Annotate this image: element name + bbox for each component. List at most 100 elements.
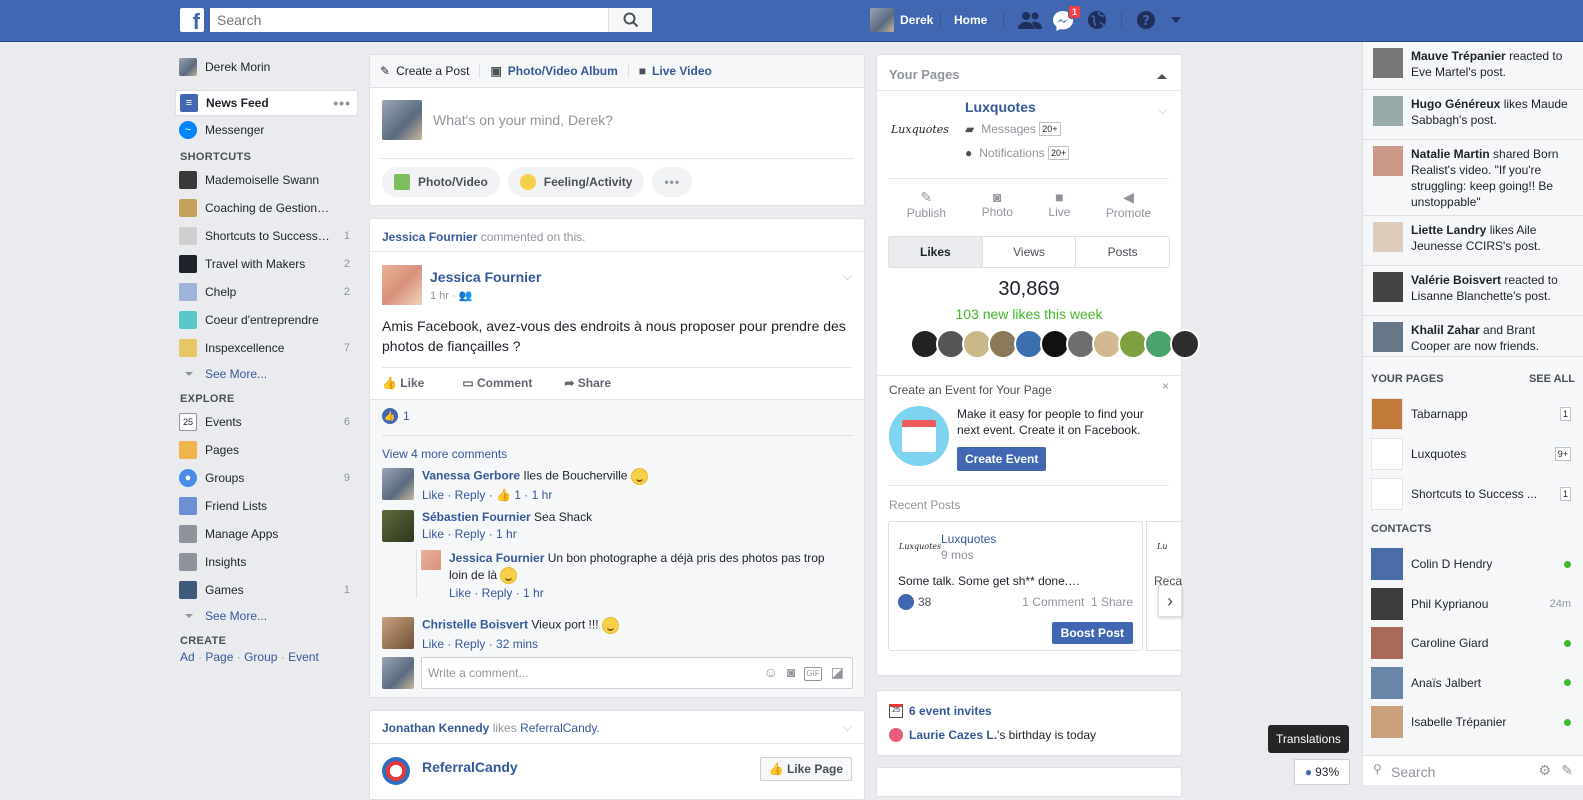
nav-explore-item[interactable]: 25 Events 6 <box>175 408 358 436</box>
nav-shortcut[interactable]: Chelp 2 <box>175 278 358 306</box>
comment-author[interactable]: Christelle Boisvert <box>422 618 528 632</box>
page-logo[interactable] <box>382 757 410 785</box>
sidebar-page-item[interactable]: Shortcuts to Success ... 1 <box>1371 477 1571 511</box>
nav-explore-item[interactable]: Friend Lists <box>175 492 358 520</box>
nav-explore-item[interactable]: Insights <box>175 548 358 576</box>
photo-video-button[interactable]: Photo/Video <box>382 167 500 197</box>
nav-explore-item[interactable]: Manage Apps <box>175 520 358 548</box>
object-link[interactable]: ReferralCandy. <box>520 721 600 735</box>
recent-post-shares[interactable]: 1 Share <box>1091 595 1133 609</box>
ticker-item[interactable]: Natalie Martin shared Born Realist's vid… <box>1373 146 1573 210</box>
search-input[interactable] <box>210 8 605 32</box>
close-icon[interactable]: × <box>1162 379 1169 393</box>
nav-shortcut[interactable]: Mademoiselle Swann <box>175 166 358 194</box>
contact-item[interactable]: Caroline Giard <box>1371 626 1571 660</box>
tab-views[interactable]: Views <box>981 237 1076 267</box>
comment-actions[interactable]: Like · Reply · 👍 1 · 1 hr <box>422 488 648 502</box>
comment-author[interactable]: Sébastien Fournier <box>422 510 531 524</box>
boost-post-button[interactable]: Boost Post <box>1051 622 1133 644</box>
translation-widget[interactable]: ● 93% <box>1294 759 1350 785</box>
create-event-button[interactable]: Create Event <box>957 447 1047 471</box>
more-options-icon[interactable]: ••• <box>333 95 351 111</box>
comment-author[interactable]: Vanessa Gerbore <box>422 469 520 483</box>
event-invites-link[interactable]: 25 6 event invites <box>889 704 992 718</box>
photo-button[interactable]: ◙ Photo <box>982 189 1013 220</box>
comment-author[interactable]: Jessica Fournier <box>449 551 544 565</box>
create-ad-link[interactable]: Ad <box>180 650 195 664</box>
tab-live-video[interactable]: ■ Live Video <box>639 64 712 78</box>
recent-post-likes[interactable]: 38 <box>898 594 931 610</box>
account-menu-chevron-icon[interactable] <box>1170 16 1182 24</box>
sticker-icon[interactable]: ◪ <box>831 664 844 681</box>
notifications-link[interactable]: ● Notifications 20+ <box>965 146 1070 160</box>
comment-actions[interactable]: Like · Reply · 32 mins <box>422 637 619 651</box>
nav-explore-item[interactable]: Games 1 <box>175 576 358 604</box>
actor-link[interactable]: Jonathan Kennedy <box>382 721 489 735</box>
ticker-item[interactable]: Mauve Trépanier reacted to Eve Martel's … <box>1373 48 1573 80</box>
recent-post-comments[interactable]: 1 Comment <box>1022 595 1084 609</box>
profile-link[interactable]: Derek <box>870 8 933 32</box>
see-more-shortcuts[interactable]: See More... <box>175 362 358 386</box>
nav-shortcut[interactable]: Inspexcellence 7 <box>175 334 358 362</box>
friend-requests-icon[interactable] <box>1017 10 1043 30</box>
likes-this-week[interactable]: 103 new likes this week <box>877 306 1181 322</box>
contact-item[interactable]: Anaïs Jalbert <box>1371 666 1571 700</box>
ticker-item[interactable]: Valérie Boisvert reacted to Lisanne Blan… <box>1373 272 1573 304</box>
comment-actions[interactable]: Like · Reply · 1 hr <box>449 585 829 602</box>
post-menu-chevron-icon[interactable]: ⌵ <box>843 269 852 284</box>
page-name-link[interactable]: Luxquotes <box>965 99 1036 115</box>
post-timestamp[interactable]: 1 hr · 👥 <box>430 289 472 302</box>
contact-item[interactable]: Isabelle Trépanier <box>1371 705 1571 739</box>
share-button[interactable]: ➦ Share <box>564 376 611 390</box>
see-all-link[interactable]: SEE ALL <box>1529 373 1575 385</box>
compose-icon[interactable]: ✎ <box>1561 762 1573 779</box>
emoji-icon[interactable]: ☺ <box>764 664 778 681</box>
contact-item[interactable]: Phil Kyprianou 24m <box>1371 587 1571 621</box>
like-count[interactable]: 1 <box>403 409 410 423</box>
post-photo[interactable] <box>382 265 422 305</box>
nav-shortcut[interactable]: Coeur d'entreprendre <box>175 306 358 334</box>
tab-photo-album[interactable]: ▣ Photo/Video Album <box>490 64 617 78</box>
tab-likes[interactable]: Likes <box>889 237 982 267</box>
collapse-caret-icon[interactable] <box>1157 69 1167 79</box>
page-name-link[interactable]: ReferralCandy <box>422 759 518 775</box>
like-page-button[interactable]: 👍 Like Page <box>759 757 852 781</box>
nav-shortcut[interactable]: Coaching de Gestion… <box>175 194 358 222</box>
like-button[interactable]: 👍 Like <box>382 376 424 390</box>
contact-item[interactable]: Colin D Hendry <box>1371 547 1571 581</box>
search-button[interactable] <box>608 8 652 32</box>
ticker-item[interactable]: Khalil Zahar and Brant Cooper are now fr… <box>1373 322 1573 354</box>
recent-post-page[interactable]: Luxquotes <box>941 532 996 546</box>
post-author[interactable]: Jessica Fournier <box>430 269 541 285</box>
ticker-item[interactable]: Hugo Généreux likes Maude Sabbagh's post… <box>1373 96 1573 128</box>
nav-shortcut[interactable]: Travel with Makers 2 <box>175 250 358 278</box>
status-input[interactable]: What's on your mind, Derek? <box>433 112 613 128</box>
tab-create-post[interactable]: ✎ Create a Post <box>380 64 469 78</box>
comment-button[interactable]: ▭ Comment <box>462 376 532 390</box>
context-author-link[interactable]: Jessica Fournier <box>382 230 477 244</box>
post-menu-chevron-icon[interactable]: ⌵ <box>843 720 852 735</box>
sidebar-page-item[interactable]: Tabarnapp 1 <box>1371 397 1571 431</box>
write-comment-input[interactable]: Write a comment... ☺ ◙ GIF ◪ <box>421 657 853 689</box>
tab-posts[interactable]: Posts <box>1075 237 1169 267</box>
view-more-comments[interactable]: View 4 more comments <box>382 447 507 461</box>
page-menu-chevron-icon[interactable]: ⌵ <box>1158 103 1167 118</box>
camera-icon[interactable]: ◙ <box>787 664 795 681</box>
ticker-item[interactable]: Liette Landry likes Aile Jeunesse CCIRS'… <box>1373 222 1573 254</box>
gear-icon[interactable]: ⚙ <box>1538 762 1551 779</box>
nav-profile[interactable]: Derek Morin <box>175 54 358 80</box>
nav-shortcut[interactable]: Shortcuts to Success… 1 <box>175 222 358 250</box>
nav-explore-item[interactable]: Pages <box>175 436 358 464</box>
live-button[interactable]: ■ Live <box>1048 189 1070 220</box>
create-page-link[interactable]: Page <box>205 650 233 664</box>
nav-news-feed[interactable]: ≡ News Feed ••• <box>175 90 358 116</box>
birthday-name-link[interactable]: Laurie Cazes L. <box>909 728 997 742</box>
create-event-link[interactable]: Event <box>288 650 319 664</box>
more-options-button[interactable]: ••• <box>652 167 693 197</box>
carousel-next-button[interactable]: › <box>1158 585 1182 617</box>
create-group-link[interactable]: Group <box>244 650 277 664</box>
sidebar-page-item[interactable]: Luxquotes 9+ <box>1371 437 1571 471</box>
home-link[interactable]: Home <box>954 13 987 27</box>
nav-messenger[interactable]: ~ Messenger <box>175 116 358 144</box>
notifications-globe-icon[interactable] <box>1087 10 1107 30</box>
